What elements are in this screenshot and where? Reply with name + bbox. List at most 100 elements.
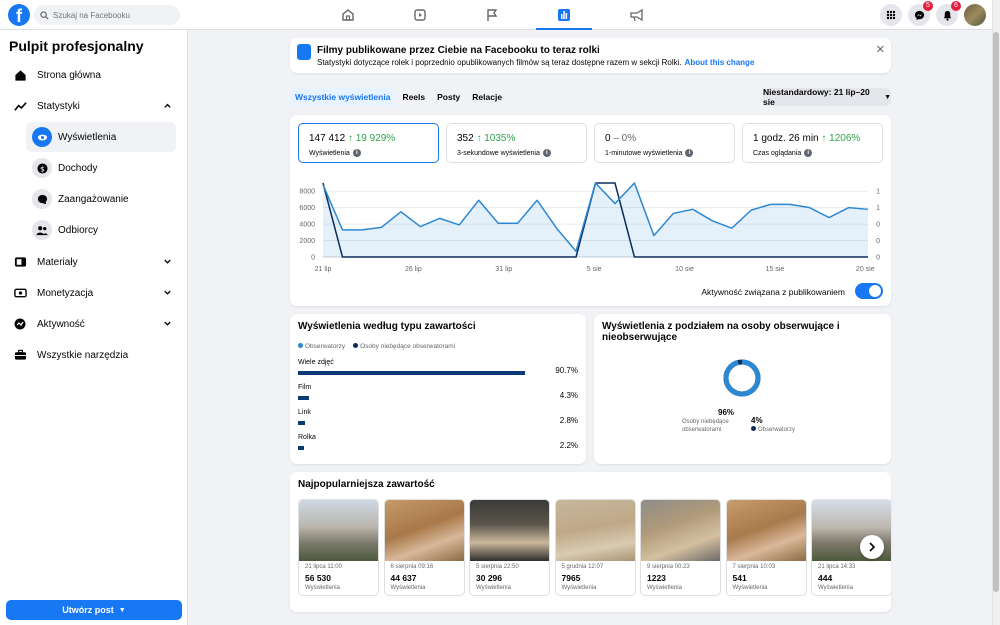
- content-thumbnail[interactable]: [726, 500, 806, 561]
- close-icon[interactable]: ✕: [876, 43, 885, 56]
- messenger-button[interactable]: 5: [908, 1, 933, 26]
- legend-label: Osoby niebędące obserwatorami: [360, 343, 456, 350]
- content-date: 21 lipca 14:33: [818, 564, 856, 570]
- nav-video[interactable]: [384, 0, 456, 30]
- sidebar-item-engagement[interactable]: Zaangażowanie: [26, 184, 176, 214]
- content-thumbnail[interactable]: [470, 500, 549, 561]
- sidebar-item-earnings[interactable]: $ Dochody: [26, 153, 176, 183]
- sidebar-item-label: Odbiorcy: [58, 224, 99, 236]
- tab-posts[interactable]: Posty: [432, 88, 465, 106]
- sidebar-item-activity[interactable]: Aktywność: [6, 309, 176, 339]
- sidebar-item-label: Wszystkie narzędzia: [37, 349, 129, 361]
- content-thumbnail[interactable]: [384, 500, 464, 561]
- content-thumbnail[interactable]: [299, 500, 378, 561]
- content-type-row: Link 2.8%: [298, 409, 578, 429]
- followers-percent: 4%: [751, 416, 763, 425]
- scrollbar-thumb[interactable]: [993, 32, 999, 592]
- legend-followers: Obserwatorzy: [298, 343, 345, 350]
- top-content-item[interactable]: 21 lipca 11:00 56 530 Wyświetlenia: [298, 499, 379, 596]
- content-type-percent: 90.7%: [555, 366, 578, 375]
- content-date: 5 sierpnia 22:50: [476, 564, 519, 570]
- content-date: 7 sierpnia 10:03: [732, 564, 776, 570]
- tab-reels[interactable]: Reels: [397, 88, 430, 106]
- content-type-label: Wiele zdjęć: [298, 359, 334, 366]
- content-views: 30 296: [476, 573, 502, 583]
- sidebar-item-monetization[interactable]: Monetyzacja: [6, 278, 176, 308]
- content-views: 56 530: [305, 573, 331, 583]
- sidebar-item-home[interactable]: Strona główna: [6, 60, 176, 90]
- info-icon[interactable]: i: [685, 149, 694, 157]
- top-content-item[interactable]: 5 grudnia 12:07 7965 Wyświetlenia: [554, 499, 636, 596]
- search-icon: [40, 10, 49, 20]
- content-type-label: Link: [298, 409, 311, 416]
- metric-label: 1-minutowe wyświetlenia: [605, 149, 683, 157]
- about-change-link[interactable]: About this change: [685, 58, 755, 67]
- sidebar-item-all-tools[interactable]: Wszystkie narzędzia: [6, 340, 176, 370]
- sidebar-item-views[interactable]: Wyświetlenia: [26, 122, 176, 152]
- content-type-percent: 2.2%: [559, 441, 578, 450]
- reels-icon: [297, 44, 311, 60]
- metric-watch-time[interactable]: 1 godz. 26 min ↑ 1206% Czas oglądania i: [742, 123, 883, 163]
- top-content-carousel: 21 lipca 11:00 56 530 Wyświetlenia 6 sierpn…: [298, 499, 891, 599]
- tab-stories[interactable]: Relacje: [467, 88, 507, 106]
- carousel-next-button[interactable]: [860, 535, 884, 559]
- toolbox-icon: [12, 347, 28, 363]
- top-content-card: Najpopularniejsza zawartość 21 lipca 11:…: [290, 472, 891, 612]
- metric-label: Czas oglądania: [753, 149, 802, 157]
- facebook-logo-icon[interactable]: f: [8, 4, 30, 26]
- nav-dashboard[interactable]: [528, 0, 600, 30]
- messenger-badge: 5: [923, 1, 933, 11]
- content-type-row: Film 4.3%: [298, 384, 578, 404]
- sidebar: Pulpit profesjonalny Strona główna Staty…: [0, 30, 188, 625]
- banner-text: Statystyki dotyczące rolek i poprzednio …: [317, 58, 754, 67]
- content-views-label: Wyświetlenia: [305, 585, 340, 591]
- content-type-percent: 4.3%: [559, 391, 578, 400]
- content-thumbnail[interactable]: [555, 500, 635, 561]
- bar-chart-icon: [558, 9, 570, 21]
- metric-views[interactable]: 147 412 ↑ 19 929% Wyświetlenia i: [298, 123, 439, 163]
- scrollbar[interactable]: [992, 0, 1000, 625]
- publishing-activity-toggle[interactable]: [855, 283, 883, 299]
- nav-pages[interactable]: [456, 0, 528, 30]
- search-input[interactable]: [53, 10, 163, 20]
- create-post-button[interactable]: Utwórz post ▼: [6, 600, 182, 620]
- sidebar-item-statistics[interactable]: Statystyki: [6, 91, 176, 121]
- notifications-button[interactable]: 6: [936, 1, 961, 26]
- info-icon[interactable]: i: [804, 149, 813, 157]
- sidebar-item-label: Monetyzacja: [37, 287, 94, 299]
- nav-ads[interactable]: [600, 0, 672, 30]
- content-type-row: Rolka 2.2%: [298, 434, 578, 454]
- y-axis-right-tick-label: 1: [876, 189, 880, 196]
- info-icon[interactable]: i: [542, 149, 551, 157]
- legend-non-followers: Osoby niebędące obserwatorami: [353, 343, 455, 350]
- nav-home[interactable]: [312, 0, 384, 30]
- y-axis-tick-label: 4000: [299, 222, 315, 229]
- metric-3s-views[interactable]: 352 ↑ 1035% 3-sekundowe wyświetlenia i: [446, 123, 587, 163]
- chevron-down-icon: [164, 259, 171, 264]
- sidebar-item-label: Dochody: [58, 162, 98, 174]
- sidebar-item-content[interactable]: Materiały: [6, 247, 176, 277]
- content-date: 6 sierpnia 09:16: [390, 564, 434, 570]
- non-followers-label: Osoby niebędące obserwatorami: [682, 418, 732, 434]
- legend-dot: [298, 343, 303, 348]
- chevron-up-icon: [164, 103, 171, 108]
- search-box[interactable]: [34, 5, 180, 25]
- metric-1min-views[interactable]: 0 – 0% 1-minutowe wyświetlenia i: [594, 123, 735, 163]
- content-thumbnail[interactable]: [641, 500, 720, 561]
- date-range-dropdown[interactable]: Niestandardowy: 21 lip–20 sie ▼: [763, 87, 891, 107]
- top-content-item[interactable]: 5 sierpnia 22:50 30 296 Wyświetlenia: [469, 499, 550, 596]
- top-content-item[interactable]: 9 sierpnia 00:23 1223 Wyświetlenia: [640, 499, 721, 596]
- top-content-item[interactable]: 7 sierpnia 10:03 541 Wyświetlenia: [725, 499, 807, 596]
- top-content-item[interactable]: 6 sierpnia 09:16 44 637 Wyświetlenia: [383, 499, 465, 596]
- metric-value: 0: [605, 133, 611, 144]
- sidebar-item-audience[interactable]: Odbiorcy: [26, 215, 176, 245]
- content-views-label: Wyświetlenia: [476, 585, 511, 591]
- content-date: 5 grudnia 12:07: [561, 564, 604, 570]
- menu-button[interactable]: [880, 4, 902, 26]
- home-icon: [342, 9, 354, 21]
- tab-all-views[interactable]: Wszystkie wyświetlenia: [290, 88, 396, 106]
- trend-icon: [12, 98, 28, 114]
- y-axis-tick-label: 2000: [299, 238, 315, 245]
- profile-avatar[interactable]: [964, 4, 986, 26]
- info-icon[interactable]: i: [352, 149, 361, 157]
